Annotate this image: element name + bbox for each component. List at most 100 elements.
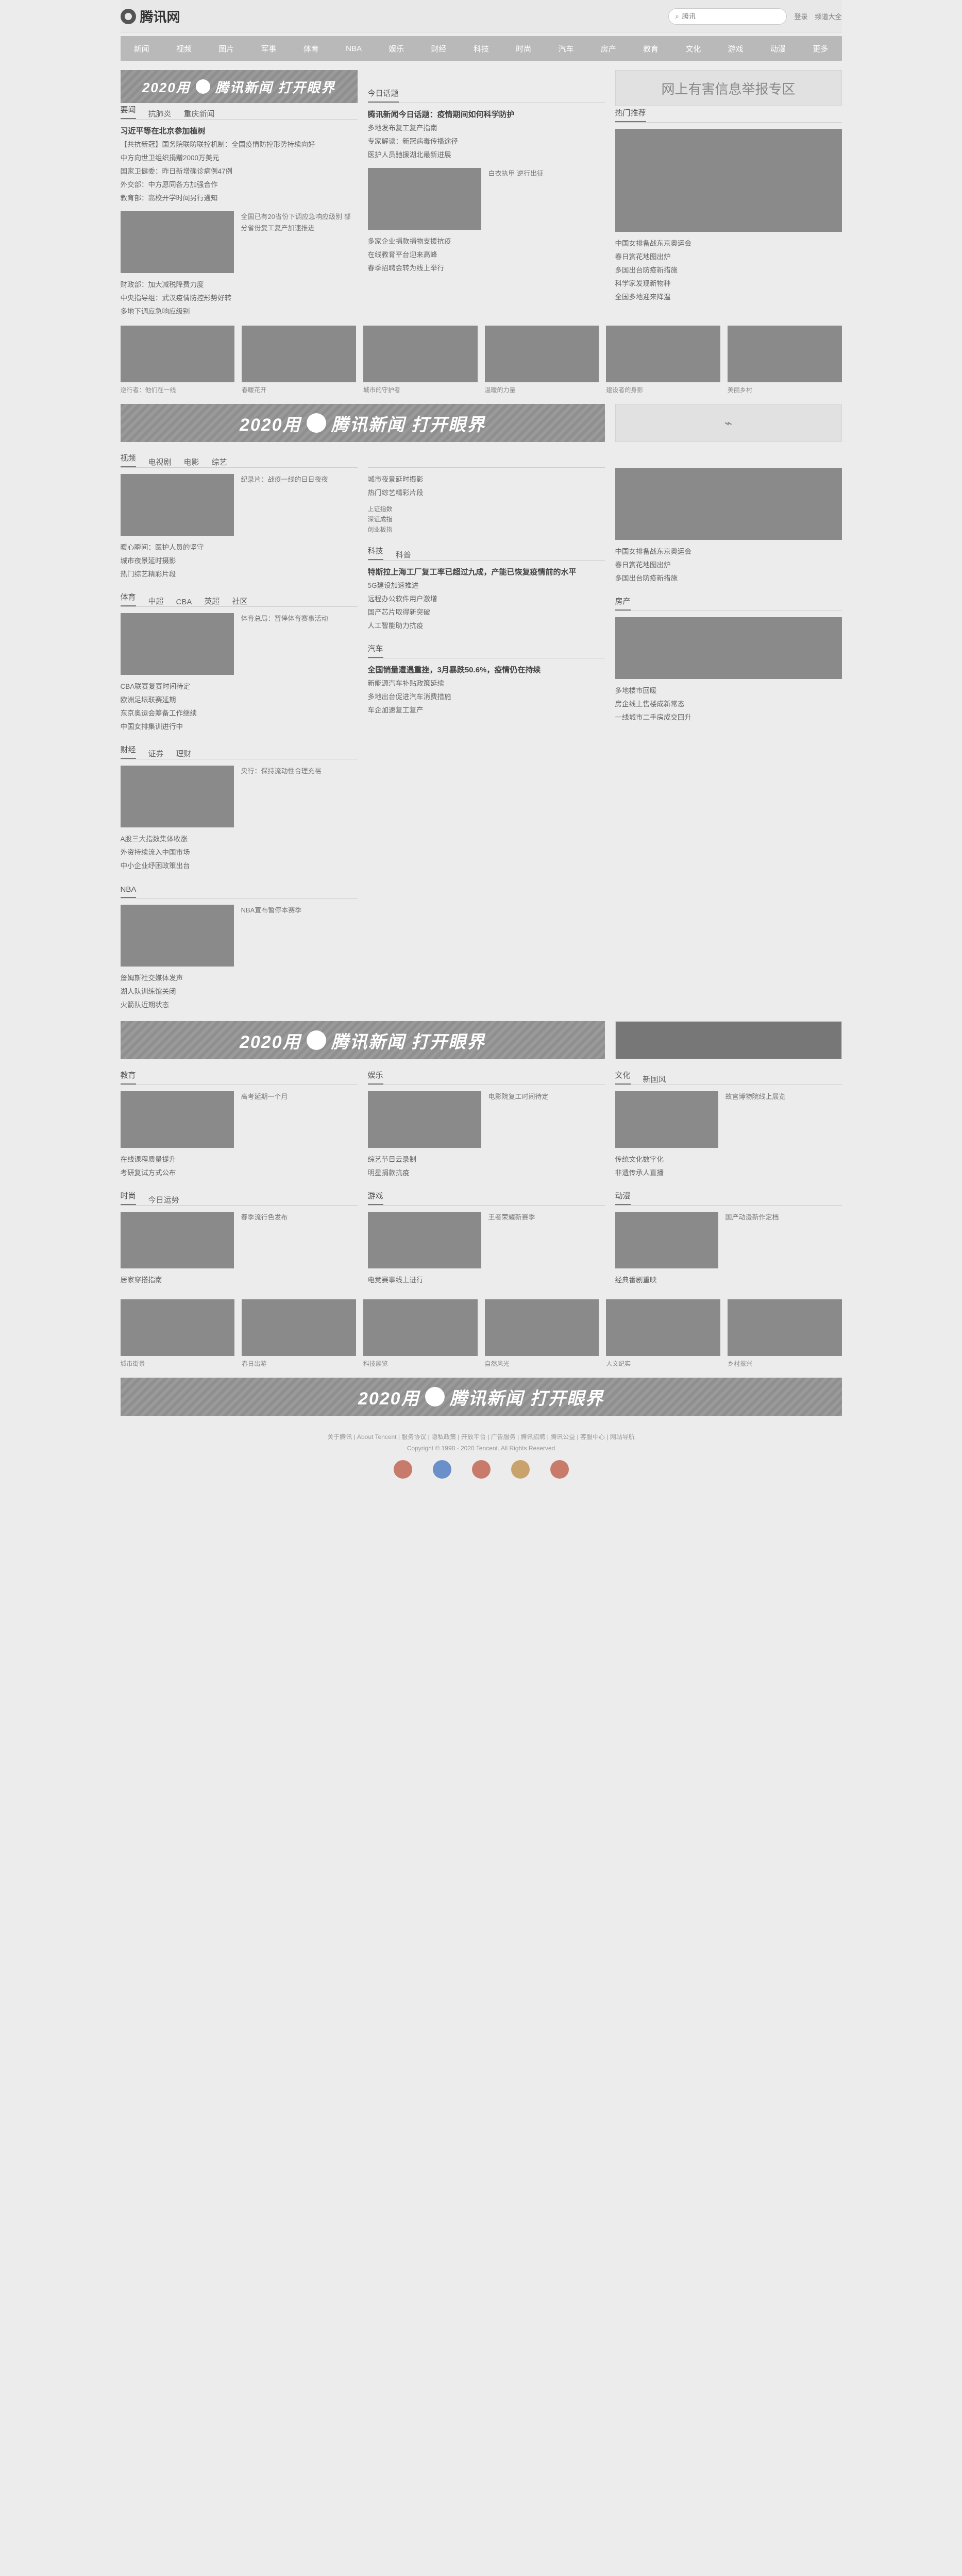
finance-image[interactable]: [120, 766, 234, 827]
police-badge-icon[interactable]: [393, 1460, 412, 1479]
nav-item[interactable]: 科技: [474, 43, 489, 54]
search-input[interactable]: [682, 12, 781, 20]
tab-epl[interactable]: 英超: [204, 596, 220, 606]
tab-wealth[interactable]: 理财: [176, 748, 192, 759]
tab-culture[interactable]: 文化: [615, 1070, 631, 1084]
banner-ad-4[interactable]: 2020用 腾讯新闻 打开眼界: [120, 1378, 842, 1416]
strip-item[interactable]: 温暖的力量: [484, 326, 599, 395]
tab-fashion[interactable]: 时尚: [120, 1190, 136, 1205]
comic-image[interactable]: [615, 1212, 718, 1268]
quote-2[interactable]: 深证成指: [368, 514, 605, 524]
nav-item[interactable]: 图片: [218, 43, 234, 54]
tab-ent[interactable]: 娱乐: [367, 1070, 383, 1084]
strip-item[interactable]: 美丽乡村: [727, 326, 842, 395]
strip-item[interactable]: 逆行者：他们在一线: [120, 326, 235, 395]
nav-item[interactable]: 更多: [813, 43, 828, 54]
banner-ad-2[interactable]: 2020用 腾讯新闻 打开眼界: [120, 404, 605, 442]
list-item[interactable]: 春日赏花地图出炉: [615, 558, 842, 572]
list-item[interactable]: 春日赏花地图出炉: [615, 250, 842, 264]
credit-badge-icon[interactable]: [471, 1460, 491, 1479]
list-item[interactable]: 多家企业捐款捐物支援抗疫: [368, 235, 605, 248]
tab-science[interactable]: 科普: [396, 549, 411, 560]
edu-image[interactable]: [120, 1091, 234, 1148]
tab-finance[interactable]: 财经: [120, 744, 136, 759]
finance-pic-text[interactable]: 央行：保持流动性合理充裕: [241, 766, 322, 827]
news-image[interactable]: [120, 211, 234, 273]
tab-cba[interactable]: CBA: [176, 598, 192, 606]
today-pic-text[interactable]: 白衣执甲 逆行出征: [488, 168, 544, 230]
list-item[interactable]: 多地下调应急响应级别: [121, 305, 358, 318]
list-item[interactable]: 专家解读：新冠病毒传播途径: [368, 135, 605, 148]
logo[interactable]: 腾讯网: [120, 7, 180, 26]
tab-nba[interactable]: NBA: [120, 885, 137, 898]
list-item[interactable]: 热门综艺精彩片段: [368, 486, 605, 500]
house-image[interactable]: [615, 617, 842, 679]
list-item[interactable]: 经典番剧重映: [615, 1274, 842, 1287]
today-headline[interactable]: 腾讯新闻今日话题：疫情期间如何科学防护: [368, 108, 605, 122]
tab-sports[interactable]: 体育: [120, 591, 136, 606]
nav-item[interactable]: 动漫: [770, 43, 786, 54]
video-pic-text[interactable]: 纪录片：战疫一线的日日夜夜: [241, 474, 328, 536]
list-item[interactable]: 热门综艺精彩片段: [121, 568, 358, 581]
ent-pic-text[interactable]: 电影院复工时间待定: [488, 1091, 549, 1148]
nav-item[interactable]: 娱乐: [389, 43, 404, 54]
strip-item[interactable]: 自然风光: [484, 1299, 599, 1368]
list-item[interactable]: 中小企业纾困政策出台: [121, 859, 358, 873]
quote-3[interactable]: 创业板指: [368, 524, 605, 535]
strip-item[interactable]: 建设者的身影: [606, 326, 720, 395]
news-pic-text[interactable]: 全国已有20省份下调应急响应级别 部分省份复工复产加速推进: [241, 211, 358, 273]
strip-item[interactable]: 人文纪实: [606, 1299, 720, 1368]
today-image[interactable]: [367, 168, 481, 230]
nav-item[interactable]: 体育: [303, 43, 319, 54]
side-image[interactable]: [615, 468, 842, 540]
tab-variety[interactable]: 综艺: [212, 456, 227, 467]
tab-video[interactable]: 视频: [120, 452, 136, 467]
culture-pic-text[interactable]: 故宫博物院线上展览: [725, 1091, 786, 1148]
list-item[interactable]: 春季招聘会转为线上举行: [368, 262, 605, 275]
nav-item[interactable]: 新闻: [134, 43, 149, 54]
list-item[interactable]: 房企线上售楼成新常态: [615, 698, 842, 711]
tab-tech[interactable]: 科技: [367, 545, 383, 560]
edu-pic-text[interactable]: 高考延期一个月: [241, 1091, 288, 1148]
list-item[interactable]: 外交部：中方愿同各方加强合作: [121, 178, 358, 192]
list-item[interactable]: 医护人员驰援湖北最新进展: [368, 148, 605, 162]
list-item[interactable]: 东京奥运会筹备工作继续: [121, 707, 358, 720]
hot-image[interactable]: [615, 129, 842, 232]
tab-guofeng[interactable]: 新国风: [643, 1074, 666, 1084]
game-image[interactable]: [367, 1212, 481, 1268]
list-item[interactable]: 考研复试方式公布: [121, 1166, 358, 1180]
list-item[interactable]: 电竞赛事线上进行: [368, 1274, 605, 1287]
nav-item[interactable]: 文化: [685, 43, 701, 54]
fashion-image[interactable]: [120, 1212, 234, 1268]
strip-item[interactable]: 城市的守护者: [363, 326, 478, 395]
list-item[interactable]: 【共抗新冠】国务院联防联控机制：全国疫情防控形势持续向好: [121, 138, 358, 151]
nav-item[interactable]: 游戏: [728, 43, 744, 54]
nba-image[interactable]: [120, 905, 234, 967]
strip-item[interactable]: 城市街景: [120, 1299, 235, 1368]
tab-local[interactable]: 重庆新闻: [184, 108, 215, 119]
list-item[interactable]: 中方向世卫组织捐赠2000万美元: [121, 151, 358, 165]
list-item[interactable]: 中国女排集训进行中: [121, 720, 358, 734]
trust-badge-icon[interactable]: [550, 1460, 569, 1479]
list-item[interactable]: 多地出台促进汽车消费措施: [368, 690, 605, 704]
list-item[interactable]: 新能源汽车补贴政策延续: [368, 677, 605, 690]
nav-item[interactable]: 财经: [431, 43, 447, 54]
strip-item[interactable]: 春日出游: [242, 1299, 356, 1368]
tab-tv[interactable]: 电视剧: [148, 456, 172, 467]
fashion-pic-text[interactable]: 春季流行色发布: [241, 1212, 288, 1268]
tab-auto[interactable]: 汽车: [367, 643, 383, 658]
side-ad[interactable]: ⌁: [615, 404, 842, 442]
list-item[interactable]: 综艺节目云录制: [368, 1153, 605, 1166]
tab-pneumonia[interactable]: 抗肺炎: [148, 108, 172, 119]
list-item[interactable]: 多地楼市回暖: [615, 684, 842, 698]
list-item[interactable]: 城市夜景延时摄影: [368, 473, 605, 486]
nav-item[interactable]: 汽车: [558, 43, 573, 54]
sports-pic-text[interactable]: 体育总局：暂停体育赛事活动: [241, 613, 328, 675]
tab-edu[interactable]: 教育: [120, 1070, 136, 1084]
list-item[interactable]: 在线课程质量提升: [121, 1153, 358, 1166]
tab-community[interactable]: 社区: [232, 596, 247, 606]
list-item[interactable]: 财政部：加大减税降费力度: [121, 278, 358, 292]
strip-item[interactable]: 科技展览: [363, 1299, 478, 1368]
list-item[interactable]: 非遗传承人直播: [615, 1166, 842, 1180]
nav-item[interactable]: 房产: [601, 43, 616, 54]
